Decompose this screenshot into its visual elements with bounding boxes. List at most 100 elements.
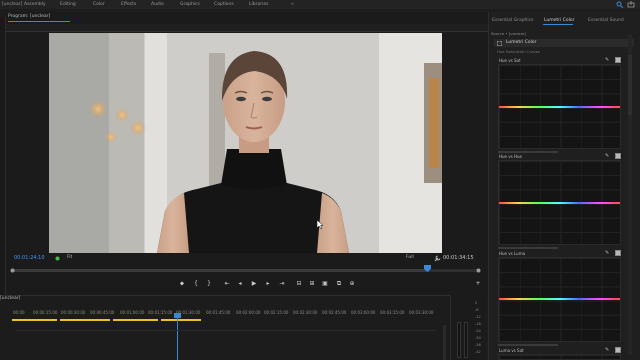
workspace-tab-audio[interactable]: Audio [151, 0, 164, 9]
workspace-tab-captions[interactable]: Captions [214, 0, 234, 9]
workspace-tab-color[interactable]: Color [93, 0, 105, 9]
scrub-played-range [12, 269, 427, 272]
search-icon[interactable] [616, 1, 624, 8]
eyedropper-icon[interactable]: ✎ [605, 57, 611, 63]
db-tick: 0 [475, 301, 478, 305]
go-to-in-button[interactable]: ⇤ [223, 280, 231, 288]
wrench-icon[interactable] [434, 255, 441, 262]
timeline-tick: 00:00:30:00 [61, 310, 86, 315]
timeline-tick: 00:00:45:00 [90, 310, 115, 315]
db-tick: -24 [475, 329, 481, 333]
lumetri-fx-header[interactable]: Lumetri Color [494, 39, 634, 47]
timeline-scrollbar[interactable] [443, 325, 446, 360]
timeline-ruler[interactable]: 00:00 00:00:15:00 00:00:30:00 00:00:45:0… [10, 310, 440, 318]
hue-vs-luma-curve[interactable] [498, 257, 621, 342]
step-back-button[interactable]: ◂ [236, 280, 244, 288]
lift-button[interactable]: ⊟ [295, 280, 303, 288]
curve-range-slider[interactable] [498, 247, 558, 249]
timeline-work-area-bar[interactable] [12, 319, 202, 321]
audio-meter-right [464, 322, 468, 358]
curve-line[interactable] [499, 106, 620, 108]
workspace-tab-libraries[interactable]: Libraries [249, 0, 268, 9]
monitor-add-button[interactable]: + [474, 280, 482, 288]
db-tick: -12 [475, 315, 481, 319]
scrub-start-handle-icon[interactable] [10, 267, 15, 274]
hue-vs-sat-curve[interactable] [498, 64, 621, 149]
timeline-tick: 00:02:00:00 [236, 310, 261, 315]
eyedropper-icon[interactable]: ✎ [605, 250, 611, 256]
eyedropper-icon[interactable]: ✎ [605, 153, 611, 159]
monitor-scrub-bar[interactable] [12, 269, 478, 272]
enable-checkbox[interactable] [615, 250, 621, 256]
curve-label-hue-vs-sat: Hue vs Sat [499, 58, 521, 63]
play-button[interactable]: ▶ [250, 280, 258, 288]
section-label: Hue Saturation Curves [497, 49, 540, 54]
workspace-tab-assembly[interactable]: Assembly [24, 0, 46, 9]
luma-vs-sat-curve[interactable] [498, 354, 621, 360]
timeline-tick: 00:03:30:00 [409, 310, 434, 315]
db-tick: -36 [475, 343, 481, 347]
timeline-playhead-handle[interactable] [174, 313, 181, 318]
timeline-tick: 00:01:00:00 [120, 310, 145, 315]
button-editor-button[interactable]: ⊕ [348, 280, 356, 288]
curve-line[interactable] [499, 202, 620, 204]
step-forward-button[interactable]: ▸ [264, 280, 272, 288]
extract-button[interactable]: ⊞ [308, 280, 316, 288]
playback-resolution-select[interactable]: Full [406, 255, 414, 260]
tab-lumetri-color[interactable]: Lumetri Color [544, 18, 574, 23]
workspace-more-button[interactable]: » [291, 0, 294, 9]
current-timecode[interactable]: 00:01:24:10 [14, 255, 45, 261]
scrub-end-handle-icon[interactable] [476, 267, 481, 274]
duration-timecode: 00:01:34:15 [443, 255, 474, 261]
add-marker-button[interactable]: ⬥ [178, 280, 186, 288]
enable-checkbox[interactable] [615, 153, 621, 159]
timeline-playhead-line[interactable] [177, 313, 178, 360]
active-tab-indicator [543, 24, 573, 25]
timeline-tick: 00:00:15:00 [33, 310, 58, 315]
workspace-bar: [unclear] Assembly Editing Color Effects… [0, 0, 640, 9]
fx-badge-icon[interactable] [497, 41, 502, 46]
timeline-panel [0, 295, 450, 360]
program-video-frame [49, 33, 442, 253]
eyedropper-icon[interactable]: ✎ [605, 347, 611, 353]
enable-checkbox[interactable] [615, 57, 621, 63]
export-frame-button[interactable]: ▣ [321, 280, 329, 288]
workspace-tab-effects[interactable]: Effects [121, 0, 136, 9]
lumetri-source-selector[interactable]: Source • [unclear] [491, 31, 526, 36]
workspace-tab-0[interactable]: [unclear] [2, 0, 22, 9]
timeline-tick: 00:03:15:00 [380, 310, 405, 315]
lumetri-scrollbar-thumb[interactable] [628, 55, 632, 115]
db-tick: -30 [475, 336, 481, 340]
curve-label-hue-vs-hue: Hue vs Hue [499, 154, 523, 159]
share-icon[interactable] [627, 1, 635, 8]
db-tick: -6 [475, 308, 479, 312]
audio-meter-left [457, 322, 461, 358]
curve-line[interactable] [499, 298, 620, 300]
curve-label-hue-vs-luma: Hue vs Luma [499, 251, 526, 256]
hue-vs-hue-curve[interactable] [498, 160, 621, 245]
workspace-tab-editing[interactable]: Editing [60, 0, 76, 9]
enable-checkbox[interactable] [615, 347, 621, 353]
curve-range-slider[interactable] [498, 151, 558, 153]
sequence-tab[interactable]: [unclear] [0, 296, 20, 301]
db-tick: -42 [475, 350, 481, 354]
comparison-view-button[interactable]: ⧉ [335, 280, 343, 288]
timeline-tick: 00:00 [13, 310, 25, 315]
timeline-tick: 00:01:45:00 [206, 310, 231, 315]
tab-essential-graphics[interactable]: Essential Graphics [492, 18, 533, 23]
playhead-handle-icon[interactable] [424, 265, 431, 273]
timeline-tick: 00:01:15:00 [148, 310, 173, 315]
zoom-level-select[interactable]: Fit [67, 255, 72, 260]
timeline-tick: 00:02:30:00 [293, 310, 318, 315]
mark-in-button[interactable]: { [192, 280, 200, 288]
mark-out-button[interactable]: } [205, 280, 213, 288]
active-tab-indicator [8, 21, 70, 22]
go-to-out-button[interactable]: ⇥ [278, 280, 286, 288]
curve-range-slider[interactable] [498, 344, 558, 346]
program-monitor-title[interactable]: Program: [unclear] [8, 14, 50, 19]
timeline-tick: 00:02:45:00 [322, 310, 347, 315]
workspace-tab-graphics[interactable]: Graphics [180, 0, 200, 9]
track-divider [16, 330, 436, 331]
db-tick: -18 [475, 322, 481, 326]
tab-essential-sound[interactable]: Essential Sound [588, 18, 624, 23]
